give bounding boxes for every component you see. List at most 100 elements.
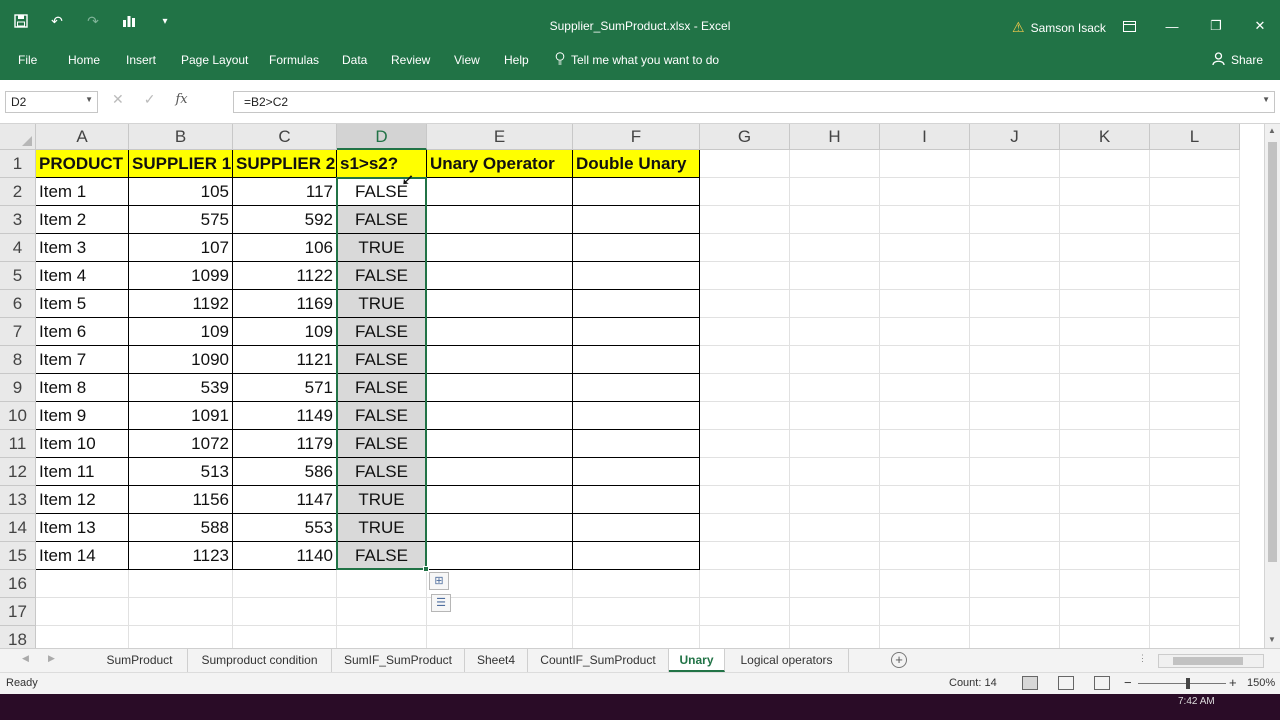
row-header[interactable]: 14: [0, 514, 36, 542]
table-cell[interactable]: Item 3: [36, 234, 129, 262]
table-cell[interactable]: 109: [129, 318, 233, 346]
cell[interactable]: [1060, 234, 1150, 262]
table-cell[interactable]: Item 5: [36, 290, 129, 318]
table-cell[interactable]: FALSE: [337, 318, 427, 346]
table-cell[interactable]: FALSE: [337, 206, 427, 234]
tab-scroll-right-icon[interactable]: ▶: [48, 653, 55, 664]
cell[interactable]: [970, 234, 1060, 262]
column-header-l[interactable]: L: [1150, 124, 1240, 150]
cell[interactable]: [790, 514, 880, 542]
minimize-icon[interactable]: —: [1158, 16, 1186, 36]
cell[interactable]: [1060, 150, 1150, 178]
table-header-cell[interactable]: PRODUCT: [36, 150, 129, 178]
cell[interactable]: [970, 178, 1060, 206]
row-header[interactable]: 12: [0, 458, 36, 486]
cell[interactable]: [880, 318, 970, 346]
add-sheet-icon[interactable]: +: [891, 652, 907, 668]
table-cell[interactable]: [427, 318, 573, 346]
cell[interactable]: [337, 598, 427, 626]
column-header-d[interactable]: D: [337, 124, 427, 150]
cell[interactable]: [970, 542, 1060, 570]
cell[interactable]: [700, 458, 790, 486]
table-cell[interactable]: [427, 458, 573, 486]
tab-view[interactable]: View: [454, 53, 480, 67]
column-header-b[interactable]: B: [129, 124, 233, 150]
share-button[interactable]: Share: [1212, 52, 1263, 68]
table-cell[interactable]: 592: [233, 206, 337, 234]
table-cell[interactable]: [427, 542, 573, 570]
table-cell[interactable]: FALSE: [337, 542, 427, 570]
sheet-tab[interactable]: SumProduct: [92, 649, 188, 672]
row-header[interactable]: 2: [0, 178, 36, 206]
cell[interactable]: [1060, 262, 1150, 290]
cancel-icon[interactable]: ✕: [112, 91, 124, 108]
cell[interactable]: [129, 570, 233, 598]
cell[interactable]: [790, 290, 880, 318]
table-cell[interactable]: 1099: [129, 262, 233, 290]
table-cell[interactable]: FALSE: [337, 262, 427, 290]
table-cell[interactable]: [573, 514, 700, 542]
cell[interactable]: [790, 150, 880, 178]
row-header[interactable]: 8: [0, 346, 36, 374]
cell[interactable]: [790, 206, 880, 234]
horizontal-scroll-thumb[interactable]: [1173, 657, 1243, 665]
tab-help[interactable]: Help: [504, 53, 529, 67]
table-cell[interactable]: [573, 542, 700, 570]
column-header-i[interactable]: I: [880, 124, 970, 150]
table-cell[interactable]: 109: [233, 318, 337, 346]
row-header[interactable]: 4: [0, 234, 36, 262]
table-cell[interactable]: [573, 458, 700, 486]
expand-formula-icon[interactable]: ▼: [1262, 95, 1270, 104]
cell[interactable]: [970, 206, 1060, 234]
vertical-scroll-thumb[interactable]: [1268, 142, 1277, 562]
cell[interactable]: [427, 626, 573, 648]
row-header[interactable]: 18: [0, 626, 36, 648]
table-cell[interactable]: FALSE: [337, 430, 427, 458]
cell[interactable]: [233, 570, 337, 598]
cell[interactable]: [790, 542, 880, 570]
cell[interactable]: [700, 318, 790, 346]
table-cell[interactable]: 106: [233, 234, 337, 262]
table-cell[interactable]: [427, 402, 573, 430]
zoom-slider[interactable]: [1138, 683, 1226, 684]
row-header[interactable]: 3: [0, 206, 36, 234]
zoom-level[interactable]: 150%: [1247, 677, 1275, 689]
enter-icon[interactable]: ✓: [144, 91, 156, 108]
table-cell[interactable]: TRUE: [337, 290, 427, 318]
tab-scroll-left-icon[interactable]: ◀: [22, 653, 29, 664]
cell[interactable]: [1150, 626, 1240, 648]
page-layout-view-icon[interactable]: [1058, 676, 1074, 690]
cell[interactable]: [790, 374, 880, 402]
cell[interactable]: [36, 598, 129, 626]
table-cell[interactable]: 1192: [129, 290, 233, 318]
table-cell[interactable]: TRUE: [337, 514, 427, 542]
column-header-j[interactable]: J: [970, 124, 1060, 150]
cell[interactable]: [1060, 486, 1150, 514]
table-cell[interactable]: 1169: [233, 290, 337, 318]
table-cell[interactable]: 586: [233, 458, 337, 486]
table-cell[interactable]: [427, 430, 573, 458]
table-header-cell[interactable]: SUPPLIER 1: [129, 150, 233, 178]
sheet-tab[interactable]: SumIF_SumProduct: [332, 649, 465, 672]
cell[interactable]: [1060, 318, 1150, 346]
zoom-slider-thumb[interactable]: [1186, 678, 1190, 689]
cell[interactable]: [700, 542, 790, 570]
cell[interactable]: [790, 486, 880, 514]
table-cell[interactable]: 1123: [129, 542, 233, 570]
row-header[interactable]: 6: [0, 290, 36, 318]
cell[interactable]: [337, 626, 427, 648]
cell[interactable]: [880, 234, 970, 262]
cell[interactable]: [700, 150, 790, 178]
tab-file[interactable]: File: [18, 53, 37, 67]
cell[interactable]: [880, 346, 970, 374]
cell[interactable]: [1150, 150, 1240, 178]
cell[interactable]: [880, 402, 970, 430]
name-box[interactable]: D2 ▼: [5, 91, 98, 113]
table-cell[interactable]: 513: [129, 458, 233, 486]
cell[interactable]: [880, 626, 970, 648]
cell[interactable]: [880, 262, 970, 290]
cell[interactable]: [1150, 598, 1240, 626]
sheet-tab[interactable]: Logical operators: [725, 649, 849, 672]
cell[interactable]: [1060, 598, 1150, 626]
scroll-down-icon[interactable]: ▼: [1268, 635, 1276, 644]
